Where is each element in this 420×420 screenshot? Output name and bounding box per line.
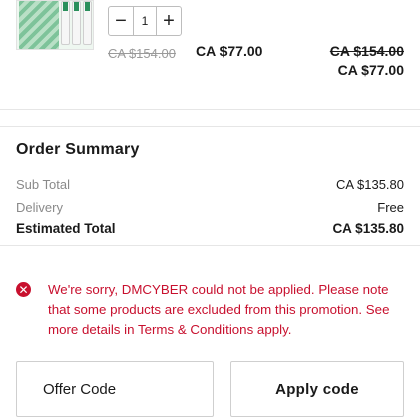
subtotal-row: Sub Total CA $135.80 (16, 177, 404, 192)
delivery-label: Delivery (16, 200, 63, 215)
divider (0, 126, 420, 127)
product-bottle (83, 1, 92, 45)
quantity-stepper[interactable]: − 1 + (108, 6, 182, 36)
subtotal-value: CA $135.80 (336, 177, 404, 192)
increase-quantity-button[interactable]: + (157, 7, 181, 35)
apply-code-button[interactable]: Apply code (230, 361, 404, 417)
product-bottle (61, 1, 70, 45)
product-thumbnail[interactable] (16, 0, 94, 50)
estimated-total-row: Estimated Total CA $135.80 (16, 221, 404, 236)
terms-conditions-link[interactable]: Terms & Conditions (138, 322, 253, 337)
delivery-row: Delivery Free (16, 200, 404, 215)
line-sale-price: CA $77.00 (337, 62, 404, 78)
line-original-price: CA $154.00 (329, 43, 404, 59)
offer-code-input[interactable] (16, 361, 214, 417)
order-summary-title: Order Summary (16, 141, 140, 158)
error-message-tail: apply. (253, 322, 292, 337)
quantity-value: 1 (133, 7, 157, 35)
divider (0, 109, 420, 110)
estimated-total-label: Estimated Total (16, 221, 116, 236)
delivery-value: Free (377, 200, 404, 215)
subtotal-label: Sub Total (16, 177, 70, 192)
promo-error-message: We're sorry, DMCYBER could not be applie… (48, 280, 408, 340)
product-bottle (72, 1, 81, 45)
estimated-total-value: CA $135.80 (332, 221, 404, 236)
divider (0, 245, 420, 246)
decrease-quantity-button[interactable]: − (109, 7, 133, 35)
unit-original-price: CA $154.00 (108, 46, 176, 61)
error-icon: ✕ (16, 282, 31, 297)
product-box-image (19, 1, 59, 49)
unit-sale-price: CA $77.00 (196, 43, 263, 59)
